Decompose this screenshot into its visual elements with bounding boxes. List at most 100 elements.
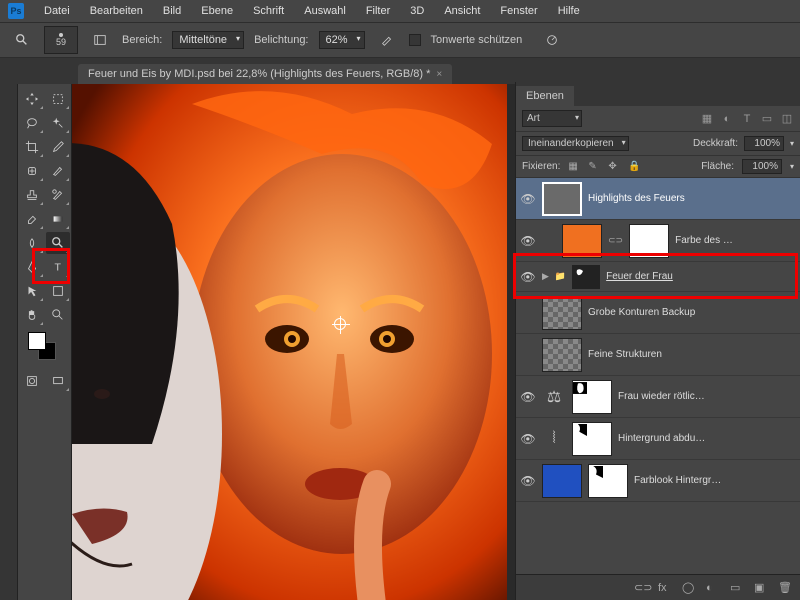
zoom-tool[interactable] — [46, 304, 70, 326]
lock-all-icon[interactable]: 🔒 — [628, 161, 640, 173]
visibility-icon[interactable] — [520, 305, 536, 321]
layer-name[interactable]: Farblook Hintergr… — [634, 475, 796, 486]
shape-tool[interactable] — [46, 280, 70, 302]
dodge-tool[interactable] — [46, 232, 70, 254]
delete-icon[interactable]: 🗑 — [778, 581, 792, 594]
menu-help[interactable]: Hilfe — [550, 3, 588, 19]
brush-tool[interactable] — [46, 160, 70, 182]
eraser-tool[interactable] — [20, 208, 44, 230]
layer-row[interactable]: Feine Strukturen — [516, 334, 800, 376]
blend-mode-dropdown[interactable]: Ineinanderkopieren — [522, 136, 629, 151]
new-layer-icon[interactable]: ▣ — [754, 581, 768, 594]
crop-tool[interactable] — [20, 136, 44, 158]
menu-edit[interactable]: Bearbeiten — [82, 3, 151, 19]
layer-row[interactable]: 👁 ⊂⊃ Farbe des … — [516, 220, 800, 262]
screenmode-tool[interactable] — [46, 370, 70, 392]
group-thumb[interactable] — [572, 265, 600, 289]
visibility-icon[interactable]: 👁 — [520, 431, 536, 447]
blur-tool[interactable] — [20, 232, 44, 254]
layer-thumb[interactable] — [542, 338, 582, 372]
filter-type-icon[interactable]: T — [740, 112, 754, 126]
brush-panel-icon[interactable] — [88, 28, 112, 52]
layer-mask-thumb[interactable] — [588, 464, 628, 498]
menu-select[interactable]: Auswahl — [296, 3, 354, 19]
lasso-tool[interactable] — [20, 112, 44, 134]
move-tool[interactable] — [20, 88, 44, 110]
menu-file[interactable]: Datei — [36, 3, 78, 19]
filter-image-icon[interactable]: ▦ — [700, 112, 714, 126]
healing-tool[interactable] — [20, 160, 44, 182]
layer-row[interactable]: 👁 ⚖ Frau wieder rötlic… — [516, 376, 800, 418]
layer-row[interactable]: 👁 ⦚ Hintergrund abdu… — [516, 418, 800, 460]
filter-smart-icon[interactable]: ◫ — [780, 112, 794, 126]
layer-name[interactable]: Farbe des … — [675, 235, 796, 246]
layer-name[interactable]: Hintergrund abdu… — [618, 433, 796, 444]
gradient-tool[interactable] — [46, 208, 70, 230]
adjustment-icon[interactable]: ⚖ — [542, 385, 566, 409]
adjustment-icon[interactable]: ⦚ — [542, 427, 566, 451]
stamp-tool[interactable] — [20, 184, 44, 206]
adjustment-layer-icon[interactable]: ◐ — [706, 582, 720, 594]
layer-thumb[interactable] — [542, 296, 582, 330]
hand-tool[interactable] — [20, 304, 44, 326]
type-tool[interactable]: T — [46, 256, 70, 278]
lock-paint-icon[interactable]: ✎ — [588, 161, 600, 173]
eyedropper-tool[interactable] — [46, 136, 70, 158]
fx-icon[interactable]: fx — [658, 582, 672, 594]
layer-name[interactable]: Grobe Konturen Backup — [588, 307, 796, 318]
layer-thumb[interactable] — [542, 182, 582, 216]
visibility-icon[interactable]: 👁 — [520, 191, 536, 207]
opacity-input[interactable]: 100% — [744, 136, 784, 151]
layer-name[interactable]: Highlights des Feuers — [588, 193, 796, 204]
menu-image[interactable]: Bild — [155, 3, 189, 19]
marquee-tool[interactable] — [46, 88, 70, 110]
collapsed-panel-strip[interactable] — [0, 84, 18, 600]
document-tab[interactable]: Feuer und Eis by MDI.psd bei 22,8% (High… — [78, 64, 452, 84]
filter-adjust-icon[interactable]: ◐ — [720, 112, 734, 126]
layer-thumb[interactable] — [542, 464, 582, 498]
color-swatches[interactable] — [20, 328, 70, 368]
layer-row[interactable]: Grobe Konturen Backup — [516, 292, 800, 334]
brush-preset[interactable]: 59 — [44, 26, 78, 54]
layer-mask-thumb[interactable] — [629, 224, 669, 258]
layer-row[interactable]: 👁 Highlights des Feuers — [516, 178, 800, 220]
layer-group-row[interactable]: 👁 ▶ 📁 Feuer der Frau — [516, 262, 800, 292]
visibility-icon[interactable] — [520, 347, 536, 363]
airbrush-icon[interactable] — [375, 28, 399, 52]
pen-tool[interactable] — [20, 256, 44, 278]
range-dropdown[interactable]: Mitteltöne — [172, 31, 244, 49]
menu-3d[interactable]: 3D — [402, 3, 432, 19]
layer-name[interactable]: Feuer der Frau — [606, 271, 796, 282]
quickmask-tool[interactable] — [20, 370, 44, 392]
visibility-icon[interactable]: 👁 — [520, 269, 536, 285]
menu-filter[interactable]: Filter — [358, 3, 398, 19]
foreground-color[interactable] — [28, 332, 46, 350]
history-brush-tool[interactable] — [46, 184, 70, 206]
visibility-icon[interactable]: 👁 — [520, 389, 536, 405]
exposure-dropdown[interactable]: 62% — [319, 31, 365, 49]
menu-type[interactable]: Schrift — [245, 3, 292, 19]
tool-preset-icon[interactable] — [10, 28, 34, 52]
menu-view[interactable]: Ansicht — [436, 3, 488, 19]
layer-row[interactable]: 👁 Farblook Hintergr… — [516, 460, 800, 502]
protect-tones-checkbox[interactable] — [409, 34, 421, 46]
expand-icon[interactable]: ▶ — [542, 271, 549, 282]
layer-mask-thumb[interactable] — [572, 422, 612, 456]
layers-tab[interactable]: Ebenen — [516, 86, 574, 106]
menu-window[interactable]: Fenster — [492, 3, 545, 19]
layer-thumb[interactable] — [562, 224, 602, 258]
lock-pixels-icon[interactable]: ▦ — [568, 161, 580, 173]
menu-layer[interactable]: Ebene — [193, 3, 241, 19]
layer-filter-dropdown[interactable]: Art — [522, 110, 582, 127]
visibility-icon[interactable]: 👁 — [520, 473, 536, 489]
fill-input[interactable]: 100% — [742, 159, 782, 174]
layer-mask-thumb[interactable] — [572, 380, 612, 414]
lock-position-icon[interactable]: ✥ — [608, 161, 620, 173]
filter-shape-icon[interactable]: ▭ — [760, 112, 774, 126]
group-icon[interactable]: ▭ — [730, 581, 744, 594]
link-layers-icon[interactable]: ⊂⊃ — [634, 581, 648, 594]
layer-name[interactable]: Frau wieder rötlic… — [618, 391, 796, 402]
close-icon[interactable]: × — [436, 69, 442, 80]
layer-name[interactable]: Feine Strukturen — [588, 349, 796, 360]
path-select-tool[interactable] — [20, 280, 44, 302]
